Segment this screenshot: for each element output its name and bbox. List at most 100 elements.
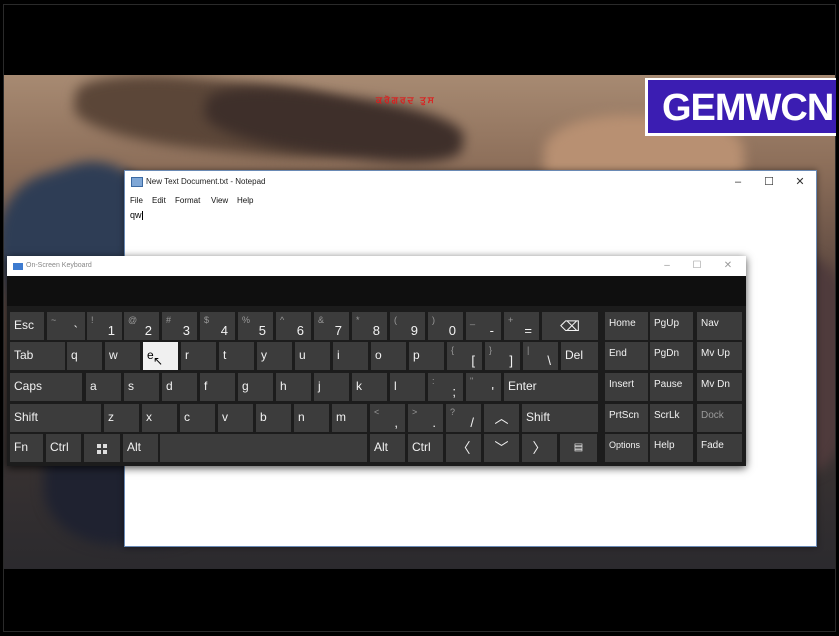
key-p[interactable]: p <box>409 342 444 370</box>
key-9[interactable]: (9 <box>390 312 425 340</box>
key-shift-right[interactable]: Shift <box>522 404 598 432</box>
key-pgup[interactable]: PgUp <box>650 312 693 340</box>
key-menu[interactable]: ▤ <box>560 434 597 462</box>
key-slash[interactable]: ? / <box>446 404 481 432</box>
key-pgdn[interactable]: PgDn <box>650 342 693 370</box>
key-scrlk[interactable]: ScrLk <box>650 404 693 432</box>
menu-format[interactable]: Format <box>175 196 200 205</box>
key-mvup[interactable]: Mv Up <box>697 342 742 370</box>
key-8[interactable]: * 8 <box>352 312 387 340</box>
key-f[interactable]: f <box>200 373 235 401</box>
key-z[interactable]: z <box>104 404 139 432</box>
key-help[interactable]: Help <box>650 434 693 462</box>
key-c[interactable]: c <box>180 404 215 432</box>
key-s[interactable]: s <box>124 373 159 401</box>
key-alt-right[interactable]: Alt <box>370 434 405 462</box>
key-home[interactable]: Home <box>605 312 648 340</box>
notepad-text-area[interactable]: qw <box>130 210 143 221</box>
key-m[interactable]: m <box>332 404 367 432</box>
key-down[interactable]: ﹀ <box>484 434 519 462</box>
key-a-label: a <box>90 379 97 393</box>
key-mvdn[interactable]: Mv Dn <box>697 373 742 401</box>
key-up[interactable]: ︿ <box>484 404 519 432</box>
key-rbracket[interactable]: }] <box>485 342 520 370</box>
key-t[interactable]: t <box>219 342 254 370</box>
key-3[interactable]: #3 <box>162 312 197 340</box>
key-fn[interactable]: Fn <box>10 434 43 462</box>
key-left[interactable]: 〈 <box>446 434 481 462</box>
key-fade[interactable]: Fade <box>697 434 742 462</box>
key-5[interactable]: % 5 <box>238 312 273 340</box>
osk-close-button[interactable]: ✕ <box>717 258 739 274</box>
key-options[interactable]: Options <box>605 434 648 462</box>
key-h[interactable]: h <box>276 373 311 401</box>
key-nav[interactable]: Nav <box>697 312 742 340</box>
maximize-button[interactable]: ☐ <box>756 173 782 191</box>
key-q[interactable]: q <box>67 342 102 370</box>
key-d[interactable]: d <box>162 373 197 401</box>
key-1[interactable]: ! 1 <box>87 312 122 340</box>
osk-titlebar[interactable]: On-Screen Keyboard – ☐ ✕ <box>7 256 746 276</box>
key-backtick[interactable]: ~ ` <box>47 312 85 340</box>
key-del[interactable]: Del <box>561 342 598 370</box>
key-2[interactable]: @2 <box>124 312 159 340</box>
key-pgdn-label: PgDn <box>654 348 680 359</box>
key-0[interactable]: ) 0 <box>428 312 463 340</box>
menu-help[interactable]: Help <box>237 196 253 205</box>
key-minus[interactable]: _ - <box>466 312 501 340</box>
key-period[interactable]: >. <box>408 404 443 432</box>
key-n[interactable]: n <box>294 404 329 432</box>
key-quote[interactable]: " ' <box>466 373 501 401</box>
key-a[interactable]: a <box>86 373 121 401</box>
key-g[interactable]: g <box>238 373 273 401</box>
key-equals[interactable]: + = <box>504 312 539 340</box>
key-v[interactable]: v <box>218 404 253 432</box>
key-y[interactable]: y <box>257 342 292 370</box>
menu-view[interactable]: View <box>211 196 228 205</box>
minimize-button[interactable]: – <box>725 173 751 191</box>
key-6[interactable]: ^ 6 <box>276 312 311 340</box>
key-ctrl-right[interactable]: Ctrl <box>408 434 443 462</box>
key-l[interactable]: l <box>390 373 425 401</box>
key-1-base-label: 1 <box>107 323 115 338</box>
key-lbracket[interactable]: {[ <box>447 342 482 370</box>
menu-edit[interactable]: Edit <box>152 196 166 205</box>
key-x[interactable]: x <box>142 404 177 432</box>
key-r[interactable]: r <box>181 342 216 370</box>
key-w[interactable]: w <box>105 342 140 370</box>
key-esc[interactable]: Esc <box>10 312 44 340</box>
key-shift-left[interactable]: Shift <box>10 404 101 432</box>
key-insert[interactable]: Insert <box>605 373 648 401</box>
key-o[interactable]: o <box>371 342 406 370</box>
key-4[interactable]: $4 <box>200 312 235 340</box>
key-backspace[interactable]: ⌫ <box>542 312 598 340</box>
menu-icon: ▤ <box>573 442 584 453</box>
key-caps[interactable]: Caps <box>10 373 82 401</box>
key-backslash[interactable]: | \ <box>523 342 558 370</box>
key-enter[interactable]: Enter <box>504 373 598 401</box>
key-pause[interactable]: Pause <box>650 373 693 401</box>
key-end[interactable]: End <box>605 342 648 370</box>
key-ctrl-left[interactable]: Ctrl <box>46 434 81 462</box>
on-screen-keyboard[interactable]: On-Screen Keyboard – ☐ ✕ Esc ~ `! 1 @2 #3 $4% 5… <box>7 256 746 466</box>
key-win[interactable] <box>84 434 120 462</box>
notepad-titlebar[interactable]: New Text Document.txt - Notepad – ☐ ✕ <box>125 171 816 193</box>
key-7[interactable]: & 7 <box>314 312 349 340</box>
key-b[interactable]: b <box>256 404 291 432</box>
key-alt-left[interactable]: Alt <box>123 434 158 462</box>
key-k[interactable]: k <box>352 373 387 401</box>
key-tab[interactable]: Tab <box>10 342 65 370</box>
osk-minimize-button[interactable]: – <box>656 258 678 274</box>
close-button[interactable]: ✕ <box>787 173 813 191</box>
key-comma[interactable]: <, <box>370 404 405 432</box>
key-u[interactable]: u <box>295 342 330 370</box>
key-i[interactable]: i <box>333 342 368 370</box>
key-space[interactable] <box>160 434 367 462</box>
osk-maximize-button[interactable]: ☐ <box>686 258 708 274</box>
menu-file[interactable]: File <box>130 196 143 205</box>
key-right[interactable]: 〉 <box>522 434 557 462</box>
key-dock[interactable]: Dock <box>697 404 742 432</box>
key-semicolon[interactable]: :; <box>428 373 463 401</box>
key-prtscn[interactable]: PrtScn <box>605 404 648 432</box>
key-j[interactable]: j <box>314 373 349 401</box>
